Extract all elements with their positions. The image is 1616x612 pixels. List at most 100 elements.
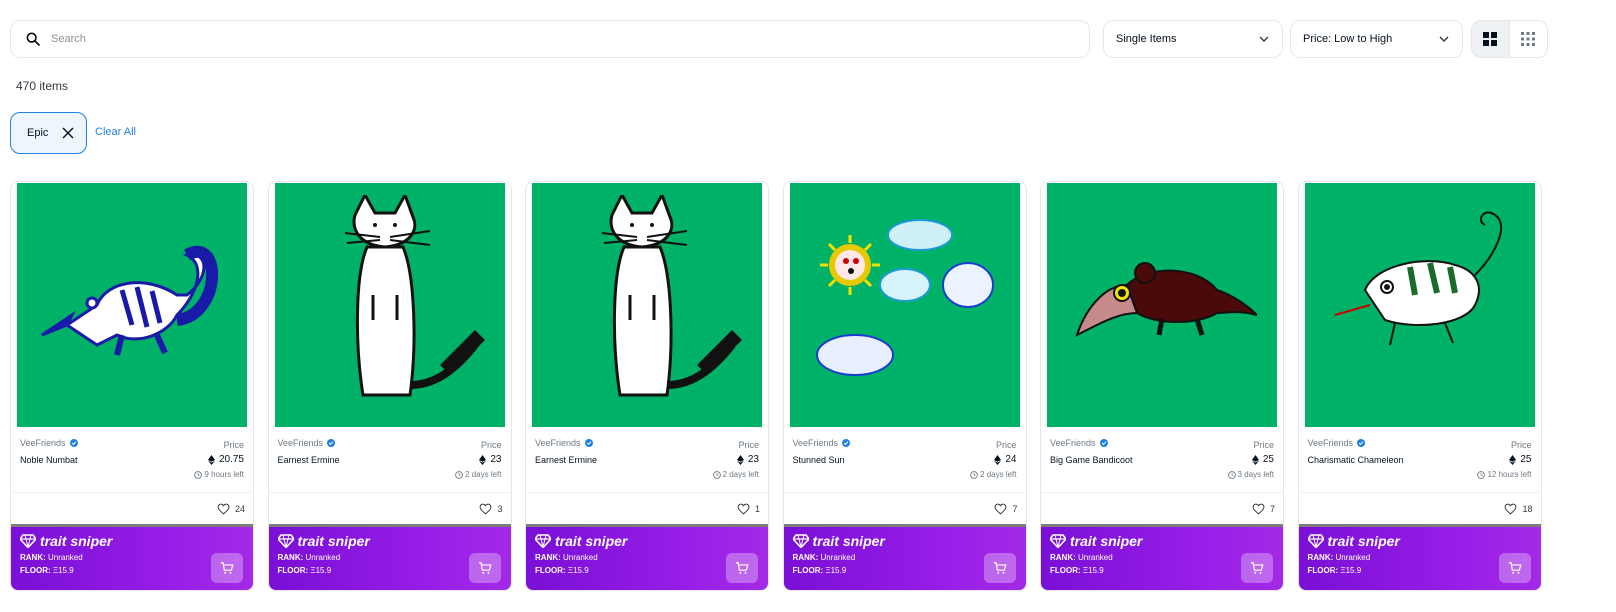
nft-image[interactable] bbox=[789, 183, 1020, 427]
sort-select[interactable]: Price: Low to High bbox=[1290, 20, 1463, 58]
add-to-cart-button[interactable] bbox=[726, 553, 758, 583]
search-input[interactable] bbox=[51, 33, 1051, 45]
verified-badge-icon bbox=[1099, 439, 1108, 447]
rank-value: Unranked bbox=[820, 553, 856, 562]
collection-name[interactable]: VeeFriends bbox=[535, 438, 581, 448]
item-name: Big Game Bandicoot bbox=[1050, 455, 1133, 465]
clock-icon bbox=[1477, 470, 1486, 479]
cart-icon bbox=[735, 562, 749, 574]
nft-image[interactable] bbox=[1304, 183, 1535, 427]
item-grid: VeeFriends Noble Numbat Price 20.75 9 ho… bbox=[10, 181, 1542, 591]
likes-row: 7 bbox=[783, 492, 1026, 524]
ethereum-icon bbox=[994, 454, 1002, 465]
trait-sniper-label: trait sniper bbox=[40, 533, 113, 549]
close-icon[interactable] bbox=[62, 127, 74, 139]
collection-name[interactable]: VeeFriends bbox=[793, 438, 839, 448]
nft-card[interactable]: VeeFriends Big Game Bandicoot Price 25 3… bbox=[1040, 181, 1284, 591]
collection-name[interactable]: VeeFriends bbox=[1308, 438, 1354, 448]
diamond-icon bbox=[277, 534, 294, 548]
price-value: 24 bbox=[994, 454, 1017, 465]
item-type-select-value: Single Items bbox=[1116, 33, 1177, 45]
price-amount: 23 bbox=[490, 454, 502, 465]
like-count: 18 bbox=[1522, 503, 1533, 514]
nft-image[interactable] bbox=[1047, 183, 1277, 427]
rank-label: RANK: bbox=[1307, 553, 1334, 562]
floor-label: FLOOR: bbox=[20, 566, 51, 575]
cart-icon bbox=[1508, 562, 1521, 574]
likes-row: 7 bbox=[1041, 492, 1283, 524]
rank-row: RANK: Unranked bbox=[278, 553, 502, 562]
nft-card[interactable]: VeeFriends Stunned Sun Price 24 2 days l… bbox=[782, 181, 1027, 591]
nft-image[interactable] bbox=[532, 183, 762, 427]
rank-label: RANK: bbox=[535, 553, 561, 562]
ethereum-icon bbox=[736, 454, 744, 465]
add-to-cart-button[interactable] bbox=[983, 553, 1016, 583]
collection-name[interactable]: VeeFriends bbox=[20, 438, 66, 448]
bandicoot-artwork bbox=[1075, 262, 1257, 337]
trait-sniper-brand: trait sniper bbox=[1307, 533, 1532, 549]
rank-value: Unranked bbox=[305, 553, 341, 562]
clear-all-link[interactable]: Clear All bbox=[95, 126, 136, 138]
floor-label: FLOOR: bbox=[792, 566, 824, 575]
add-to-cart-button[interactable] bbox=[1498, 553, 1531, 583]
floor-label: FLOOR: bbox=[1307, 566, 1339, 575]
time-left: 2 days left bbox=[970, 470, 1017, 479]
nft-card[interactable]: VeeFriends Earnest Ermine Price 23 2 day… bbox=[525, 181, 769, 591]
clock-icon bbox=[970, 470, 978, 479]
item-name: Earnest Ermine bbox=[277, 455, 340, 465]
heart-icon[interactable] bbox=[1252, 503, 1265, 515]
heart-icon[interactable] bbox=[217, 503, 230, 515]
trait-sniper-label: trait sniper bbox=[555, 533, 628, 549]
trait-sniper-panel: trait sniper RANK: Unranked FLOOR: Ξ15.9 bbox=[1298, 524, 1541, 590]
price-value: 23 bbox=[736, 454, 759, 465]
price-label: Price bbox=[223, 440, 244, 450]
price-amount: 25 bbox=[1520, 454, 1532, 465]
large-grid-view-button[interactable] bbox=[1472, 21, 1510, 57]
add-to-cart-button[interactable] bbox=[1241, 553, 1273, 583]
diamond-icon bbox=[1307, 534, 1324, 548]
clock-icon bbox=[712, 470, 721, 479]
floor-label: FLOOR: bbox=[535, 566, 566, 575]
nft-card[interactable]: VeeFriends Earnest Ermine Price 23 2 day… bbox=[267, 181, 512, 591]
heart-icon[interactable] bbox=[994, 503, 1007, 515]
nft-image[interactable] bbox=[17, 183, 247, 427]
floor-row: FLOOR: Ξ15.9 bbox=[793, 566, 1017, 575]
item-name: Stunned Sun bbox=[792, 455, 845, 465]
trait-sniper-label: trait sniper bbox=[1327, 533, 1400, 549]
diamond-icon bbox=[535, 534, 551, 548]
like-count: 24 bbox=[234, 503, 245, 514]
floor-value: Ξ15.9 bbox=[52, 566, 74, 575]
rank-label: RANK: bbox=[1050, 553, 1076, 562]
small-grid-view-button[interactable] bbox=[1510, 21, 1548, 57]
heart-icon[interactable] bbox=[1504, 503, 1517, 515]
ethereum-icon bbox=[1509, 454, 1517, 465]
search-bar[interactable] bbox=[10, 20, 1090, 58]
trait-sniper-panel: trait sniper RANK: Unranked FLOOR: Ξ15.9 bbox=[268, 524, 511, 590]
price-label: Price bbox=[1253, 440, 1274, 450]
diamond-icon bbox=[20, 534, 36, 548]
filter-chip-label: Epic bbox=[27, 127, 49, 139]
filter-chip-epic[interactable]: Epic bbox=[10, 112, 87, 154]
likes-row: 1 bbox=[526, 492, 768, 524]
add-to-cart-button[interactable] bbox=[468, 553, 501, 583]
heart-icon[interactable] bbox=[737, 503, 750, 515]
price-amount: 24 bbox=[1005, 454, 1017, 465]
trait-sniper-brand: trait sniper bbox=[792, 533, 1017, 549]
sort-select-value: Price: Low to High bbox=[1303, 33, 1393, 45]
chevron-down-icon bbox=[1259, 36, 1269, 42]
time-left: 3 days left bbox=[1227, 470, 1274, 479]
nft-image[interactable] bbox=[274, 183, 505, 427]
price-value: 20.75 bbox=[207, 454, 244, 465]
collection-name[interactable]: VeeFriends bbox=[1050, 438, 1096, 448]
collection-name[interactable]: VeeFriends bbox=[278, 438, 324, 448]
nft-card[interactable]: VeeFriends Noble Numbat Price 20.75 9 ho… bbox=[10, 181, 254, 591]
likes-row: 3 bbox=[268, 492, 511, 524]
heart-icon[interactable] bbox=[479, 503, 492, 515]
add-to-cart-button[interactable] bbox=[211, 553, 243, 583]
cart-icon bbox=[220, 562, 234, 574]
price-label: Price bbox=[738, 440, 759, 450]
nft-card[interactable]: VeeFriends Charismatic Chameleon Price 2… bbox=[1297, 181, 1542, 591]
time-left-text: 2 days left bbox=[465, 470, 502, 479]
trait-sniper-panel: trait sniper RANK: Unranked FLOOR: Ξ15.9 bbox=[11, 524, 253, 590]
item-type-select[interactable]: Single Items bbox=[1103, 20, 1283, 58]
